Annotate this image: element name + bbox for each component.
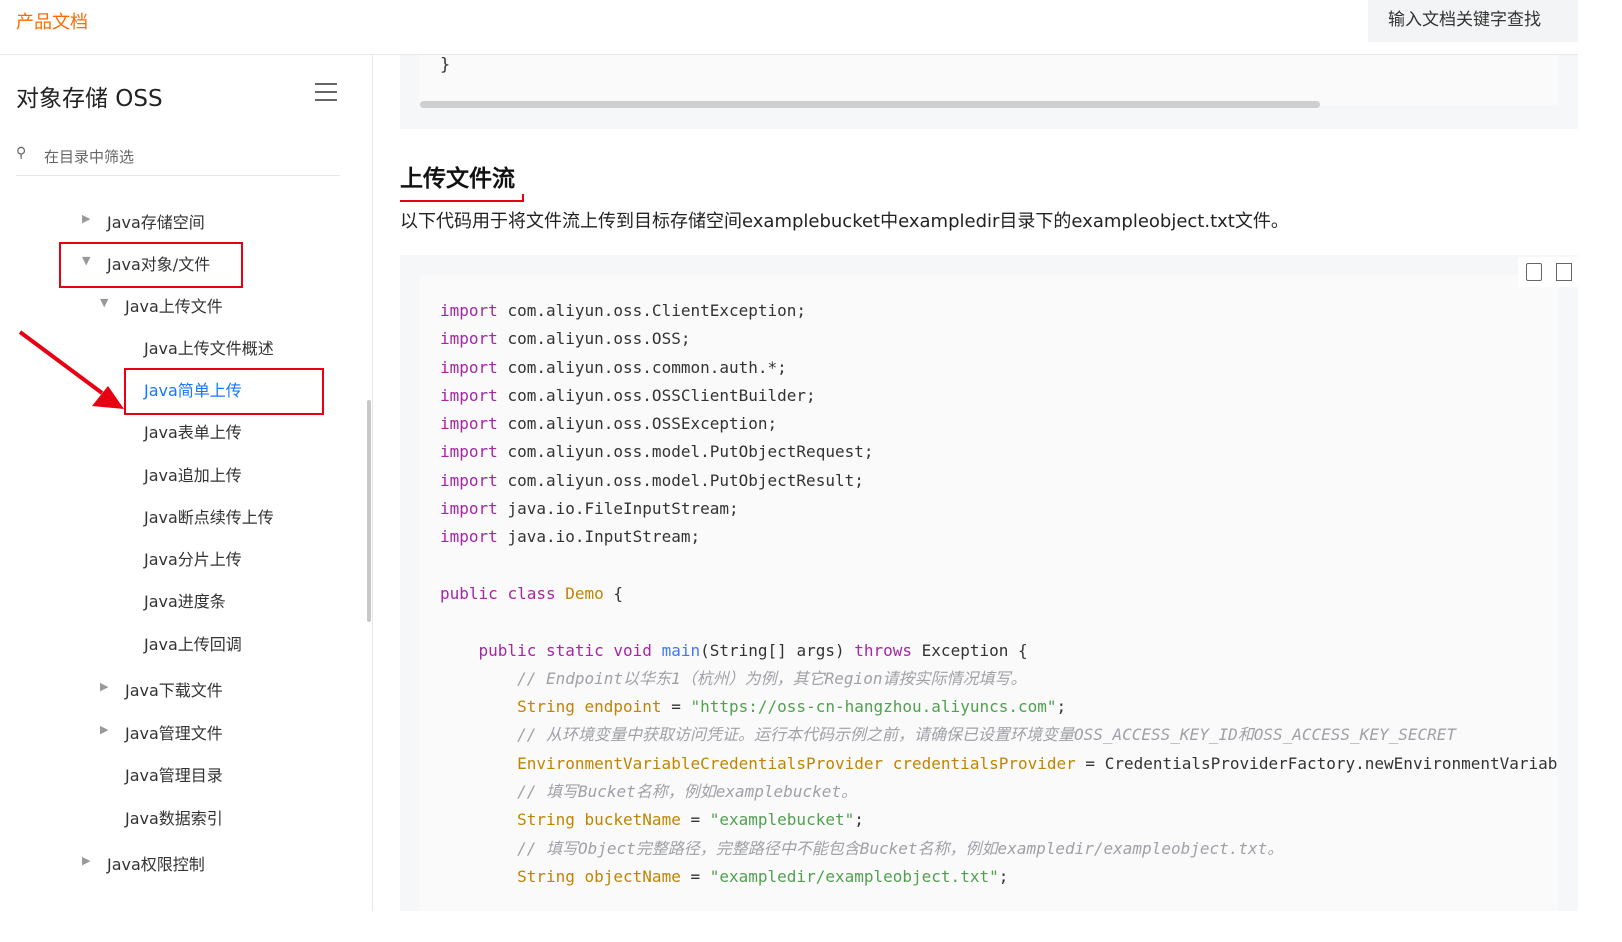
preview-icon[interactable]: [1526, 263, 1542, 281]
annotation-underline-heading: [400, 194, 524, 202]
previous-code-block: }: [400, 55, 1578, 129]
main-content: } 上传文件流 以下代码用于将文件流上传到目标存储空间examplebucket…: [400, 55, 1578, 911]
copy-icon[interactable]: [1556, 263, 1572, 281]
code-block: import com.aliyun.oss.ClientException; i…: [400, 255, 1578, 911]
java-code: import com.aliyun.oss.ClientException; i…: [440, 301, 1558, 886]
code-line: }: [440, 55, 451, 75]
code-horizontal-scrollbar[interactable]: [420, 101, 1320, 108]
section-heading: 上传文件流: [400, 166, 515, 192]
code-toolbar: [1518, 257, 1578, 287]
section-description: 以下代码用于将文件流上传到目标存储空间examplebucket中example…: [400, 211, 1289, 232]
